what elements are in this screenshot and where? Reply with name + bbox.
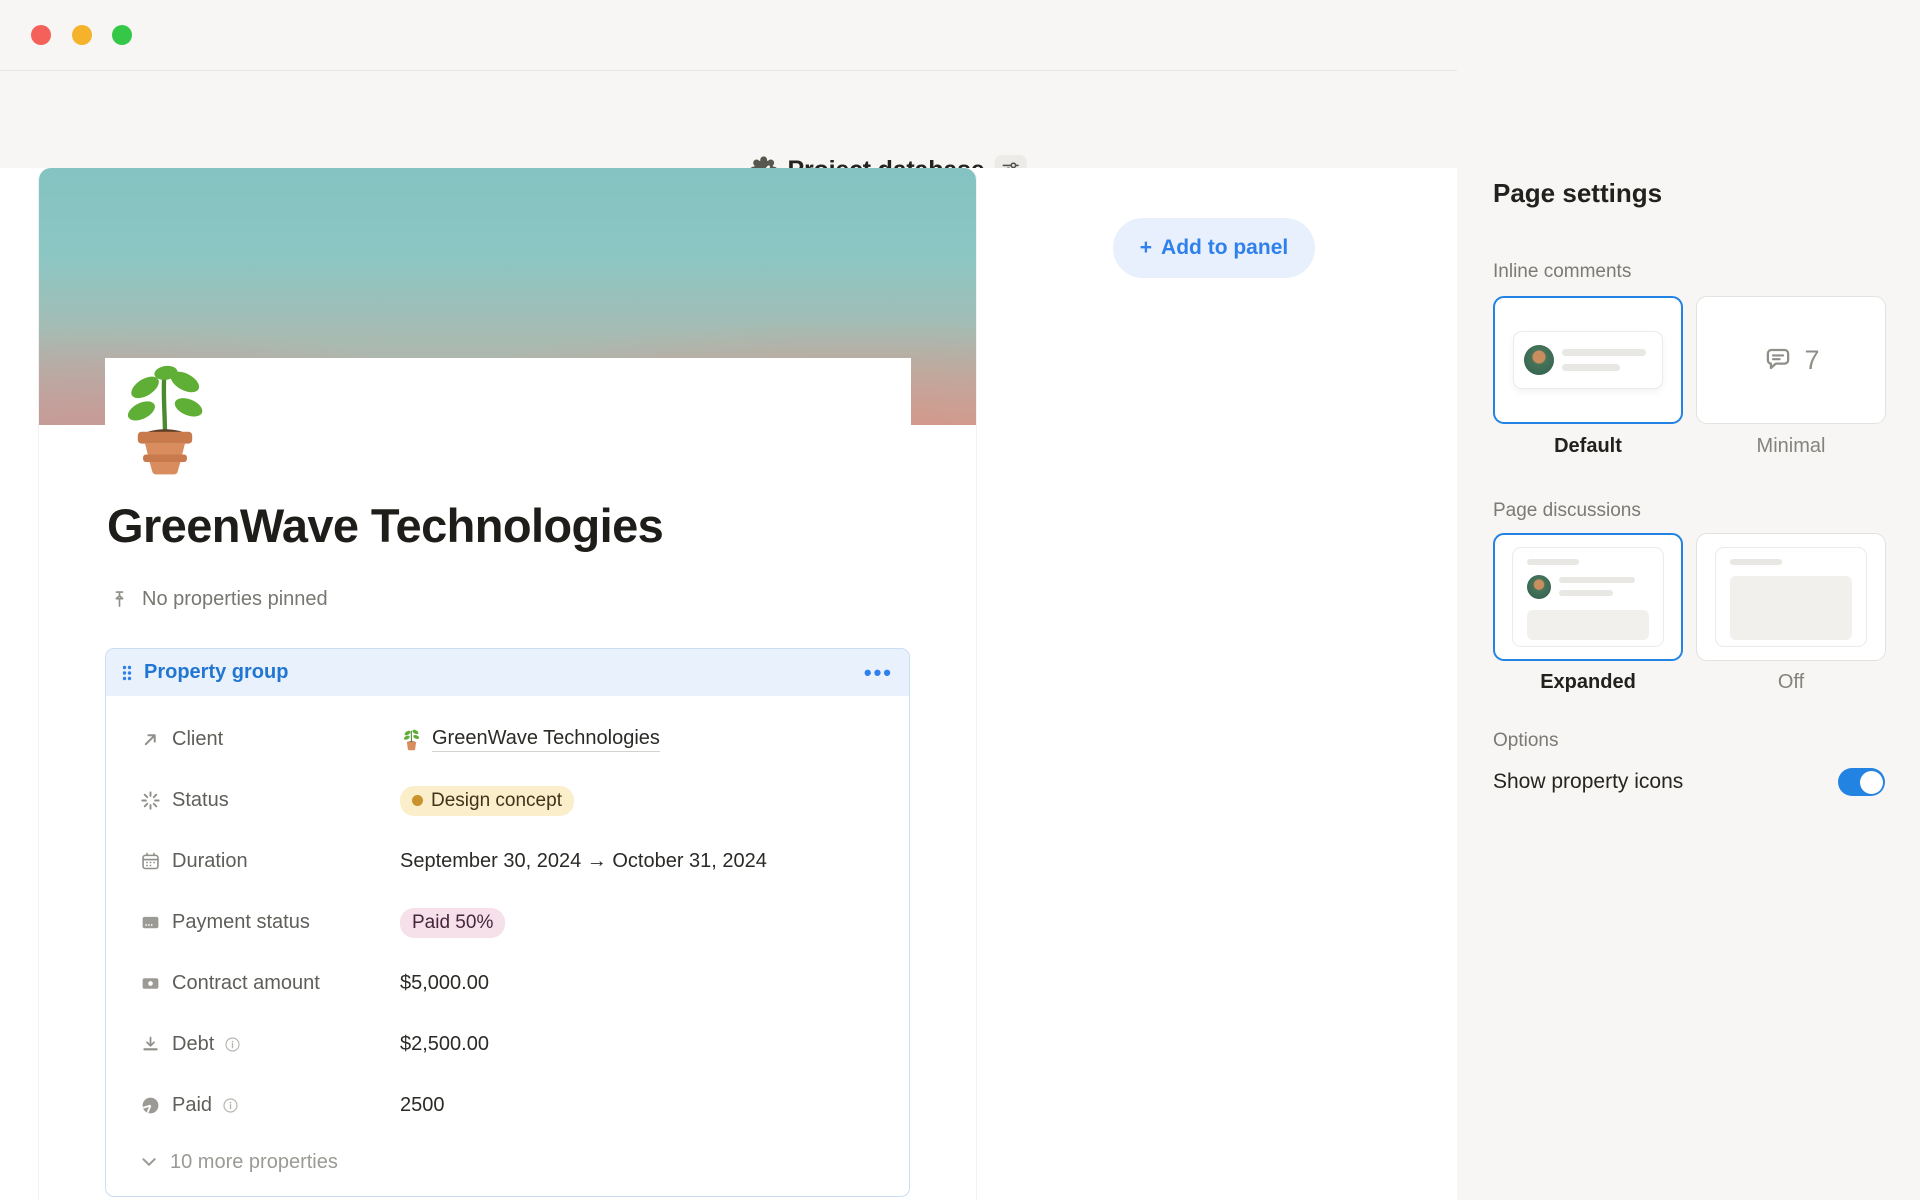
discussion-mock	[1512, 547, 1664, 647]
banknote-icon	[138, 972, 162, 996]
more-properties-button[interactable]: 10 more properties	[106, 1136, 909, 1188]
page-settings-sidebar: Page settings Inline comments 7 Default …	[1457, 70, 1920, 1200]
show-property-icons-toggle[interactable]	[1838, 768, 1885, 796]
credit-card-icon	[138, 911, 162, 935]
property-label: Payment status	[172, 911, 400, 934]
minimize-window-button[interactable]	[72, 25, 92, 45]
client-link[interactable]: GreenWave Technologies	[432, 727, 660, 752]
property-row-payment-status[interactable]: Payment status Paid 50%	[106, 892, 909, 953]
drag-handle-icon[interactable]	[120, 663, 134, 683]
customize-layout-window: Cancel Project database	[0, 0, 1920, 1200]
property-row-status[interactable]: Status Design concept	[106, 770, 909, 831]
debt-value: $2,500.00	[400, 1033, 489, 1056]
status-burst-icon	[138, 789, 162, 813]
option-label-default: Default	[1493, 435, 1683, 458]
relation-arrow-icon	[138, 728, 162, 752]
inline-comments-option-minimal[interactable]: 7	[1696, 296, 1886, 424]
option-label-expanded: Expanded	[1493, 671, 1683, 694]
property-row-client[interactable]: Client GreenWave Technologies	[106, 709, 909, 770]
zoom-window-button[interactable]	[112, 25, 132, 45]
property-group: Property group ••• Client	[105, 648, 910, 1197]
property-label: Status	[172, 789, 400, 812]
potted-plant-icon	[107, 362, 223, 478]
property-row-debt[interactable]: Debt $2,500.00	[106, 1014, 909, 1075]
toggle-knob	[1860, 771, 1883, 794]
paid-value: 2500	[400, 1094, 445, 1117]
property-row-contract-amount[interactable]: Contract amount $5,000.00	[106, 953, 909, 1014]
window-titlebar	[0, 0, 1920, 71]
inline-comments-label: Inline comments	[1493, 261, 1631, 283]
page-preview-card: GreenWave Technologies No properties pin…	[38, 168, 977, 1200]
property-row-duration[interactable]: Duration September 30, 2024 → October 31…	[106, 831, 909, 892]
show-property-icons-label: Show property icons	[1493, 770, 1683, 794]
duration-value: September 30, 2024 → October 31, 2024	[400, 850, 767, 873]
potted-plant-icon	[400, 728, 423, 751]
page-discussions-label: Page discussions	[1493, 500, 1641, 522]
show-property-icons-row: Show property icons	[1493, 768, 1885, 796]
info-icon[interactable]	[221, 1096, 240, 1115]
property-label: Contract amount	[172, 972, 400, 995]
chevron-down-icon	[140, 1153, 158, 1171]
option-label-off: Off	[1696, 671, 1886, 694]
plus-icon: +	[1140, 236, 1152, 260]
discussion-off-mock	[1715, 547, 1867, 647]
property-rows: Client GreenWave Technologies	[106, 696, 909, 1188]
download-tray-icon	[138, 1033, 162, 1057]
property-group-title: Property group	[144, 661, 864, 684]
comment-count: 7	[1804, 345, 1819, 376]
status-pill[interactable]: Design concept	[400, 786, 574, 816]
contract-amount-value: $5,000.00	[400, 972, 489, 995]
property-row-paid[interactable]: Paid 2500	[106, 1075, 909, 1136]
property-label: Paid	[172, 1094, 400, 1117]
inline-comments-option-default[interactable]	[1493, 296, 1683, 424]
info-icon[interactable]	[223, 1035, 242, 1054]
property-group-more-button[interactable]: •••	[864, 668, 893, 678]
option-label-minimal: Minimal	[1696, 435, 1886, 458]
add-to-panel-button[interactable]: + Add to panel	[1113, 218, 1315, 278]
pinned-properties-note: No properties pinned	[109, 588, 328, 611]
property-label: Duration	[172, 850, 400, 873]
page-discussions-option-expanded[interactable]	[1493, 533, 1683, 661]
sidebar-title: Page settings	[1493, 178, 1662, 209]
property-group-header[interactable]: Property group •••	[106, 649, 909, 696]
avatar	[1524, 345, 1554, 375]
page-discussions-option-off[interactable]	[1696, 533, 1886, 661]
payment-status-pill[interactable]: Paid 50%	[400, 908, 505, 938]
preview-page-title: GreenWave Technologies	[107, 498, 663, 553]
property-label: Debt	[172, 1033, 400, 1056]
close-window-button[interactable]	[31, 25, 51, 45]
options-label: Options	[1493, 730, 1558, 752]
property-label: Client	[172, 728, 400, 751]
pie-chart-icon	[138, 1094, 162, 1118]
comment-card-mock	[1513, 331, 1663, 389]
calendar-icon	[138, 850, 162, 874]
status-dot	[412, 795, 423, 806]
comment-bubble-icon	[1762, 344, 1794, 376]
pin-icon	[109, 589, 130, 610]
